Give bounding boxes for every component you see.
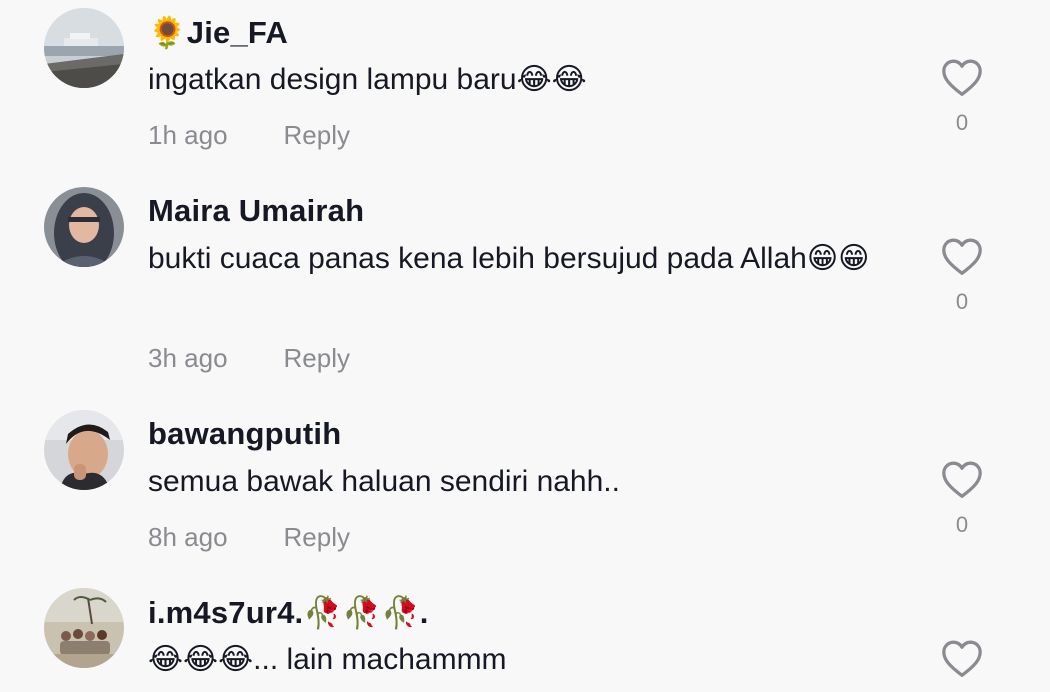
comment-time: 3h ago [148, 343, 228, 373]
heart-outline-icon [942, 59, 982, 96]
comment-time: 8h ago [148, 522, 228, 552]
heart-outline-icon [942, 238, 982, 275]
like-button[interactable] [940, 57, 984, 97]
comment-meta: 3h ago Reply [148, 343, 350, 374]
avatar[interactable] [44, 8, 124, 88]
hijab-avatar-image [44, 187, 124, 267]
avatar[interactable] [44, 187, 124, 267]
like-count: 0 [955, 289, 969, 314]
heart-outline-icon [942, 640, 982, 677]
reply-button[interactable]: Reply [284, 343, 350, 373]
username[interactable]: 🌻Jie_FA [148, 14, 288, 51]
like-count: 0 [955, 110, 969, 135]
ship-avatar-image [44, 8, 124, 88]
like-button[interactable] [940, 236, 984, 276]
comment-time: 1h ago [148, 120, 228, 150]
comment-meta: 1h ago Reply [148, 120, 350, 151]
comment-text: bukti cuaca panas kena lebih bersujud pa… [148, 242, 870, 275]
heart-outline-icon [942, 461, 982, 498]
like-button[interactable] [940, 638, 984, 678]
reply-button[interactable]: Reply [284, 522, 350, 552]
comment-text: ingatkan design lampu baru😂😂 [148, 63, 587, 96]
avatar[interactable] [44, 588, 124, 668]
like-button[interactable] [940, 459, 984, 499]
man-avatar-image [44, 410, 124, 490]
username[interactable]: Maira Umairah [148, 193, 364, 229]
group-beach-avatar-image [44, 588, 124, 668]
avatar[interactable] [44, 410, 124, 490]
like-count: 0 [955, 512, 969, 537]
comment-meta: 8h ago Reply [148, 522, 350, 553]
comment-text: semua bawak haluan sendiri nahh.. [148, 465, 620, 498]
username[interactable]: bawangputih [148, 416, 341, 452]
comment-text: 😂😂😂... lain machammm [148, 643, 507, 676]
reply-button[interactable]: Reply [284, 120, 350, 150]
username[interactable]: i.m4s7ur4.🥀🥀🥀. [148, 594, 429, 631]
